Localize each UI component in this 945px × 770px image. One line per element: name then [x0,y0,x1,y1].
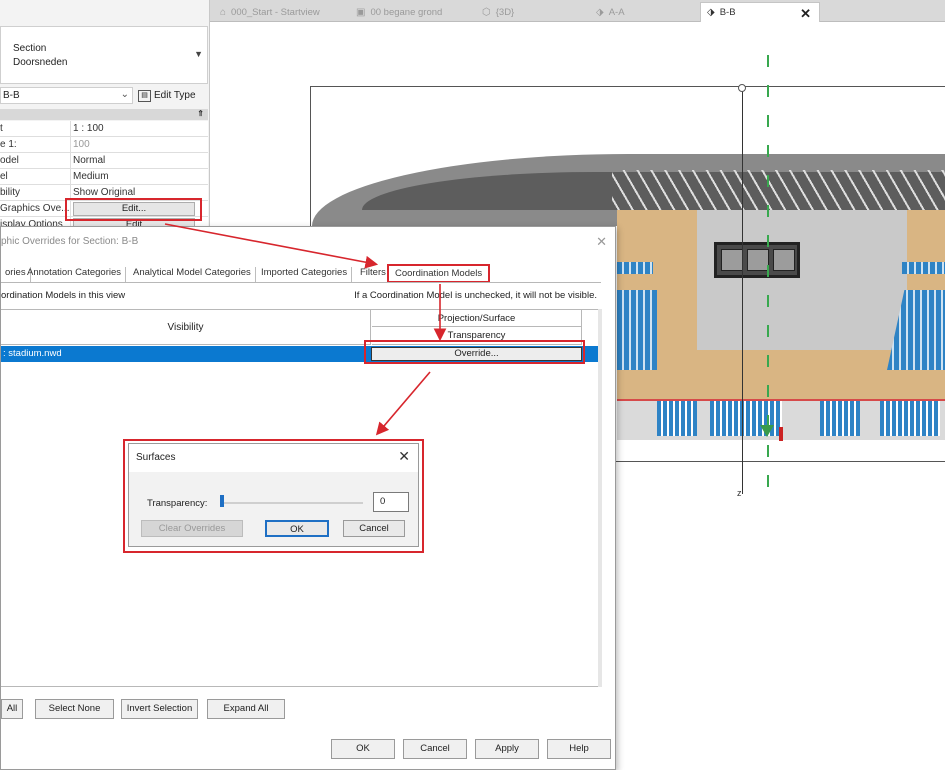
property-row: el Medium [0,169,208,185]
close-icon[interactable]: ✕ [596,234,607,250]
property-row: e 1: 100 [0,137,208,153]
column-header-visibility[interactable]: Visibility [1,310,371,345]
properties-group-header[interactable]: ⇑ [0,109,208,120]
revit-window: ⌂ 000_Start - Startview ▣ 00 begane grond … [0,0,945,770]
tab-description: ordination Models in this view [1,290,126,301]
type-family: Section [13,43,47,54]
section-line[interactable] [742,86,743,494]
surfaces-dialog: Surfaces ✕ Transparency: 0 Clear Overrid… [128,443,419,547]
ok-button[interactable]: OK [265,520,329,537]
model-name: : stadium.nwd [3,348,62,359]
floor-plan-icon: ▣ [356,6,366,18]
vg-edit-button[interactable]: Edit... [73,202,195,216]
property-value[interactable]: Normal [73,155,105,166]
dialog-title: Surfaces [136,452,176,463]
section-icon: ⬗ [707,7,715,18]
instance-dropdown[interactable]: B-B ⌄ [0,87,133,104]
dialog-title: phic Overrides for Section: B-B [1,236,139,247]
property-row: t1 : 100 [0,121,208,137]
type-name: Doorsneden [13,57,68,68]
help-button[interactable]: Help [547,739,611,759]
apply-button[interactable]: Apply [475,739,539,759]
property-row: bility Show Original [0,185,208,201]
clear-overrides-button: Clear Overrides [141,520,243,537]
tab-start-view[interactable]: ⌂ 000_Start - Startview [214,2,326,22]
expand-all-button[interactable]: Expand All [207,699,285,719]
column-header-transparency[interactable]: Transparency [372,327,582,345]
close-icon[interactable]: ✕ [398,448,410,465]
tab-filters[interactable]: Filters [356,267,391,282]
transparency-input[interactable]: 0 [373,492,409,512]
view-marker-icon[interactable] [760,425,774,437]
transparency-slider[interactable] [221,502,363,504]
person-figure [779,427,783,441]
select-none-button[interactable]: Select None [35,699,114,719]
property-value[interactable]: Medium [73,171,109,182]
property-row: Graphics Ove... Edit... [0,201,208,217]
close-icon[interactable]: ✕ [800,6,811,22]
tab-3d[interactable]: ⬡ {3D} [476,2,520,22]
surfaces-body: Transparency: 0 Clear Overrides OK Cance… [129,472,418,546]
cancel-button[interactable]: Cancel [343,520,405,537]
edit-type-button[interactable]: ▤ Edit Type [138,87,206,104]
tab-section-a-a[interactable]: ⬗ A-A [590,2,631,22]
chevron-down-icon: ⌄ [120,89,129,100]
tab-begane-grond[interactable]: ▣ 00 begane grond [350,2,448,22]
tab-section-b-b[interactable]: ⬗ B-B ✕ [700,2,820,22]
section-head[interactable] [738,84,746,92]
section-tail[interactable]: z [737,488,742,498]
ok-button[interactable]: OK [331,739,395,759]
view-tab-bar: ⌂ 000_Start - Startview ▣ 00 begane grond … [210,0,945,22]
property-row: odel Normal [0,153,208,169]
edit-type-icon: ▤ [138,89,151,102]
type-selector[interactable]: Section Doorsneden ▼ [0,26,208,84]
select-all-button[interactable]: All [1,699,23,719]
tab-coordination-models[interactable]: Coordination Models [387,264,491,283]
stand-left-upper [617,262,653,274]
3d-view-icon: ⬡ [482,6,491,18]
level-line [617,399,945,401]
tab-analytical-model-categories[interactable]: Analytical Model Categories [129,267,256,282]
table-row[interactable]: : stadium.nwd Override... [1,346,598,362]
column-header-projection-surface: Projection/Surface [372,310,582,327]
tab-imported-categories[interactable]: Imported Categories [257,267,353,282]
tab-annotation-categories[interactable]: Annotation Categories [23,267,127,282]
chevron-down-icon: ▼ [194,49,203,59]
stand-right-upper [902,262,945,274]
table-scrollbar[interactable] [598,309,602,687]
stand-left [617,290,657,370]
house-icon: ⌂ [220,6,227,18]
transparency-slider-thumb[interactable] [220,495,224,507]
section-icon: ⬗ [596,6,604,18]
property-value: 100 [73,139,90,150]
transparency-label: Transparency: [147,498,208,509]
scoreboard [714,242,800,278]
cancel-button[interactable]: Cancel [403,739,467,759]
collapse-icon: ⇑ [197,109,204,118]
override-button[interactable]: Override... [371,347,582,361]
invert-selection-button[interactable]: Invert Selection [121,699,198,719]
stadium-back-wall [697,210,907,350]
dialog-tabs: ories Annotation Categories Analytical M… [1,264,617,283]
tab-hint: If a Coordination Model is unchecked, it… [354,290,597,301]
property-value[interactable]: 1 : 100 [73,123,104,134]
property-value[interactable]: Show Original [73,187,135,198]
instance-row: B-B ⌄ ▤ Edit Type [0,87,208,105]
